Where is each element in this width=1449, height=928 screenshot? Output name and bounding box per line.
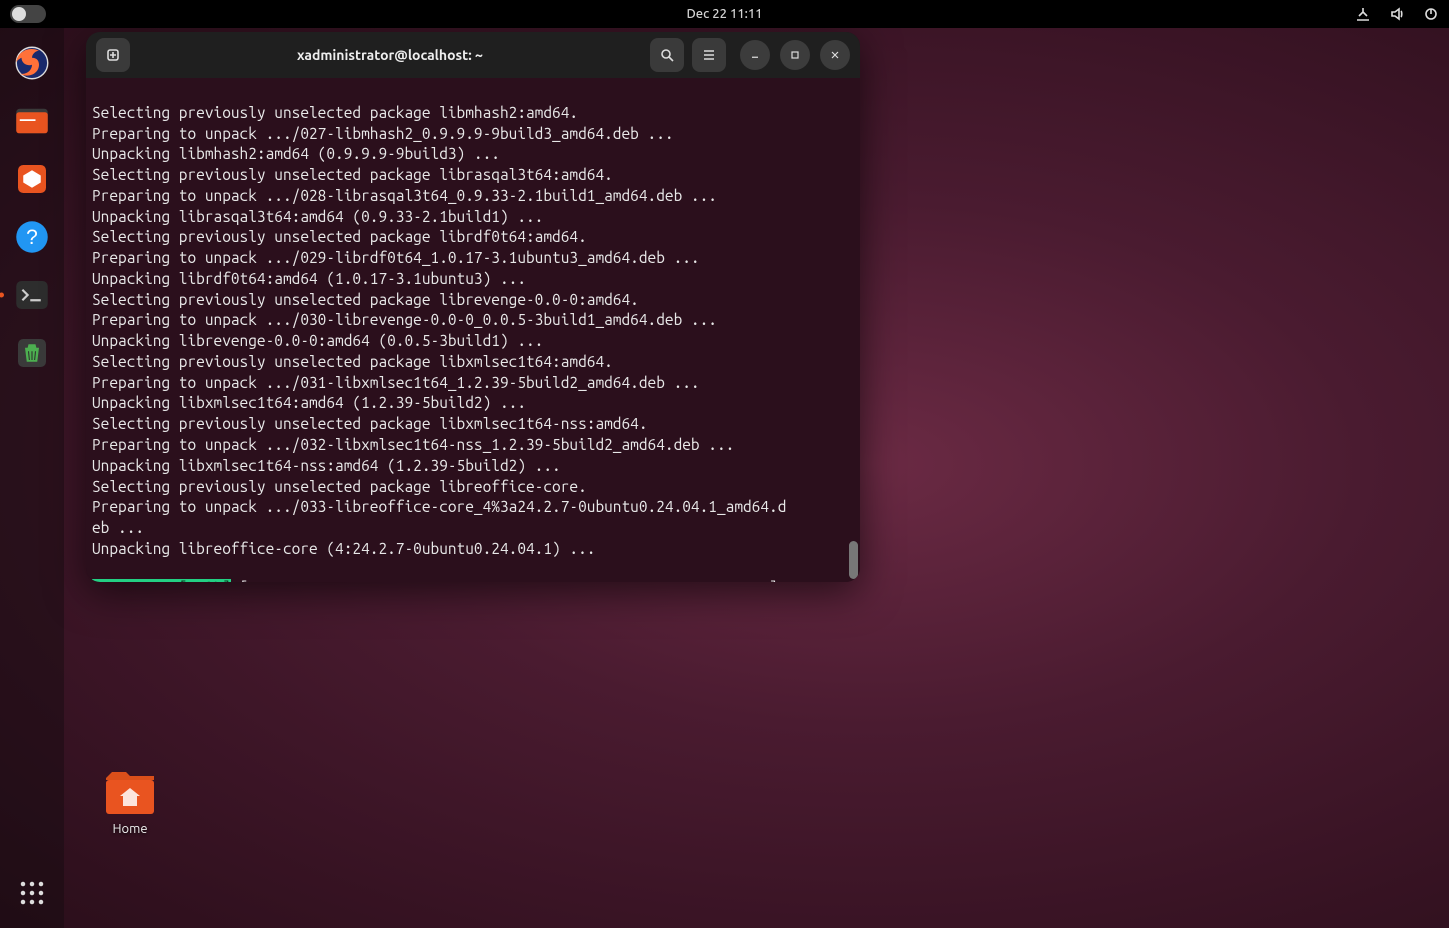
terminal-line: Selecting previously unselected package … bbox=[92, 415, 648, 432]
terminal-titlebar: xadministrator@localhost: ~ bbox=[86, 32, 860, 78]
terminal-line: Preparing to unpack .../027-libmhash2_0.… bbox=[92, 125, 674, 142]
svg-text:?: ? bbox=[26, 226, 38, 249]
activities-pill[interactable] bbox=[10, 5, 46, 23]
terminal-line: Unpacking libreoffice-core (4:24.2.7-0ub… bbox=[92, 540, 595, 557]
dock-files[interactable] bbox=[7, 96, 57, 146]
terminal-line: Unpacking libxmlsec1t64:amd64 (1.2.39-5b… bbox=[92, 394, 526, 411]
dock-terminal[interactable] bbox=[7, 270, 57, 320]
power-icon[interactable] bbox=[1423, 6, 1439, 22]
terminal-line: Preparing to unpack .../033-libreoffice-… bbox=[92, 498, 786, 515]
dock-software[interactable] bbox=[7, 154, 57, 204]
minimize-button[interactable] bbox=[740, 40, 770, 70]
terminal-output[interactable]: Selecting previously unselected package … bbox=[86, 78, 860, 582]
terminal-line: Unpacking libmhash2:amd64 (0.9.9.9-9buil… bbox=[92, 145, 500, 162]
dock-help[interactable]: ? bbox=[7, 212, 57, 262]
terminal-line: Selecting previously unselected package … bbox=[92, 353, 613, 370]
terminal-line: Selecting previously unselected package … bbox=[92, 228, 587, 245]
dock: ? bbox=[0, 28, 64, 928]
network-icon[interactable] bbox=[1355, 6, 1371, 22]
terminal-line: Preparing to unpack .../030-librevenge-0… bbox=[92, 311, 717, 328]
close-button[interactable] bbox=[820, 40, 850, 70]
terminal-line: eb ... bbox=[92, 519, 144, 536]
dock-trash[interactable] bbox=[7, 328, 57, 378]
progress-bar: [#######................................… bbox=[231, 579, 787, 582]
terminal-line: Selecting previously unselected package … bbox=[92, 166, 613, 183]
progress-label: Progress: [ 13%] bbox=[92, 579, 231, 582]
terminal-line: Preparing to unpack .../028-librasqal3t6… bbox=[92, 187, 717, 204]
terminal-title: xadministrator@localhost: ~ bbox=[138, 47, 642, 63]
terminal-line: Preparing to unpack .../032-libxmlsec1t6… bbox=[92, 436, 734, 453]
terminal-line: Selecting previously unselected package … bbox=[92, 104, 578, 121]
scrollbar-thumb[interactable] bbox=[849, 541, 858, 579]
new-tab-button[interactable] bbox=[96, 38, 130, 72]
top-bar: Dec 22 11:11 bbox=[0, 0, 1449, 28]
desktop-home-label: Home bbox=[100, 822, 160, 836]
desktop-home-folder[interactable]: Home bbox=[100, 770, 160, 836]
maximize-button[interactable] bbox=[780, 40, 810, 70]
search-button[interactable] bbox=[650, 38, 684, 72]
terminal-line: Selecting previously unselected package … bbox=[92, 291, 639, 308]
terminal-line: Preparing to unpack .../029-librdf0t64_1… bbox=[92, 249, 700, 266]
terminal-line: Selecting previously unselected package … bbox=[92, 478, 587, 495]
clock[interactable]: Dec 22 11:11 bbox=[686, 7, 762, 21]
terminal-line: Unpacking librasqal3t64:amd64 (0.9.33-2.… bbox=[92, 208, 543, 225]
dock-show-applications[interactable] bbox=[7, 868, 57, 918]
terminal-window: xadministrator@localhost: ~ Selecting pr… bbox=[86, 32, 860, 582]
terminal-line: Preparing to unpack .../031-libxmlsec1t6… bbox=[92, 374, 700, 391]
terminal-line: Unpacking libxmlsec1t64-nss:amd64 (1.2.3… bbox=[92, 457, 561, 474]
terminal-line: Unpacking librdf0t64:amd64 (1.0.17-3.1ub… bbox=[92, 270, 526, 287]
dock-firefox[interactable] bbox=[7, 38, 57, 88]
terminal-line: Unpacking librevenge-0.0-0:amd64 (0.0.5-… bbox=[92, 332, 543, 349]
hamburger-menu-button[interactable] bbox=[692, 38, 726, 72]
volume-icon[interactable] bbox=[1389, 6, 1405, 22]
